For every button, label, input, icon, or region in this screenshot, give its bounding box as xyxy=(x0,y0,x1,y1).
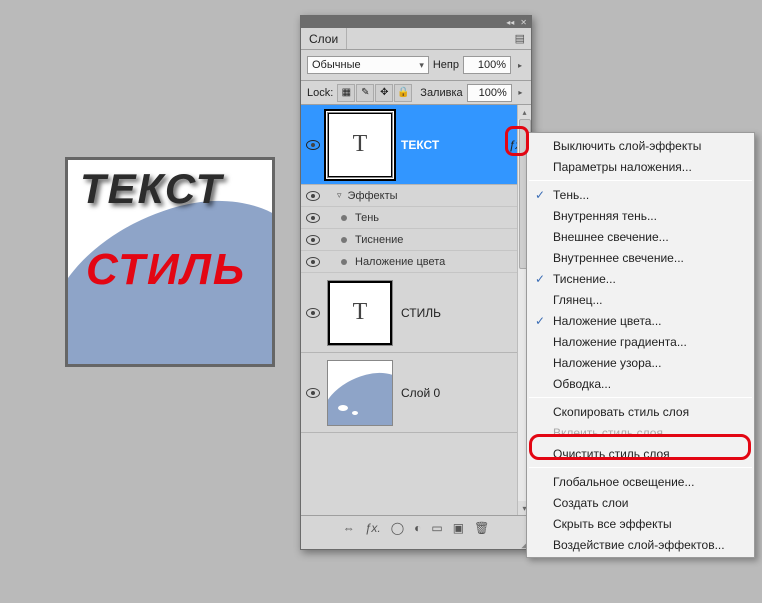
visibility-icon[interactable] xyxy=(306,140,320,150)
menu-item-blending-options[interactable]: Параметры наложения... xyxy=(527,156,754,177)
panel-titlebar[interactable]: ◂◂ ✕ xyxy=(301,16,531,28)
layer-row[interactable]: T СТИЛЬ xyxy=(301,273,531,353)
effect-row[interactable]: Тень xyxy=(301,207,531,229)
visibility-icon[interactable] xyxy=(306,213,320,223)
lock-all-icon[interactable]: 🔒 xyxy=(394,84,412,102)
visibility-icon[interactable] xyxy=(306,235,320,245)
new-group-icon[interactable]: ▭ xyxy=(431,521,442,535)
layer-thumbnail[interactable] xyxy=(327,360,393,426)
canvas-content: ТЕКСТ СТИЛЬ xyxy=(68,160,272,364)
menu-item-global-light[interactable]: Глобальное освещение... xyxy=(527,471,754,492)
panel-footer: ⇔ ƒx. ◯ ◐ ▭ ▣ 🗑 xyxy=(301,515,531,539)
check-icon: ✓ xyxy=(535,314,545,328)
menu-item-satin[interactable]: Глянец... xyxy=(527,289,754,310)
annotation-circle-fx xyxy=(505,126,529,156)
new-layer-icon[interactable]: ▣ xyxy=(453,521,464,535)
collapse-icon[interactable]: ◂◂ xyxy=(506,18,514,27)
caret-down-icon[interactable]: ▿ xyxy=(337,190,342,201)
visibility-icon[interactable] xyxy=(306,191,320,201)
opacity-label: Непр xyxy=(433,59,459,71)
lock-pixels-icon[interactable]: ✎ xyxy=(356,84,374,102)
visibility-icon[interactable] xyxy=(306,257,320,267)
menu-item-stroke[interactable]: Обводка... xyxy=(527,373,754,394)
layers-tab[interactable]: Слои xyxy=(301,28,347,49)
layer-name[interactable]: СТИЛЬ xyxy=(401,306,531,320)
menu-item-gradient-overlay[interactable]: Наложение градиента... xyxy=(527,331,754,352)
check-icon: ✓ xyxy=(535,272,545,286)
check-icon: ✓ xyxy=(535,188,545,202)
effects-header: Эффекты xyxy=(348,190,398,202)
menu-item-bevel[interactable]: ✓Тиснение... xyxy=(527,268,754,289)
layer-thumbnail[interactable]: T xyxy=(327,280,393,346)
menu-separator xyxy=(529,397,752,398)
layer-row[interactable]: Слой 0 xyxy=(301,353,531,433)
menu-item-outer-glow[interactable]: Внешнее свечение... xyxy=(527,226,754,247)
layer-style-context-menu: Выключить слой-эффекты Параметры наложен… xyxy=(526,132,755,558)
menu-separator xyxy=(529,180,752,181)
delete-layer-icon[interactable]: 🗑 xyxy=(474,521,489,535)
menu-item-color-overlay[interactable]: ✓Наложение цвета... xyxy=(527,310,754,331)
scroll-up-icon[interactable]: ▴ xyxy=(518,105,531,119)
lock-label: Lock: xyxy=(307,87,333,99)
fill-label: Заливка xyxy=(420,87,462,99)
opacity-flyout-icon[interactable]: ▸ xyxy=(515,56,525,74)
lock-transparency-icon[interactable]: ▦ xyxy=(337,84,355,102)
blend-mode-select[interactable]: Обычные xyxy=(307,56,429,74)
add-mask-icon[interactable]: ◯ xyxy=(391,521,404,535)
adjustment-layer-icon[interactable]: ◐ xyxy=(414,521,421,535)
text-layer-icon: T xyxy=(353,131,368,158)
menu-item-copy-layer-style[interactable]: Скопировать стиль слоя xyxy=(527,401,754,422)
visibility-icon[interactable] xyxy=(306,308,320,318)
effects-header-row[interactable]: ▿ Эффекты xyxy=(301,185,531,207)
effect-row[interactable]: Тиснение xyxy=(301,229,531,251)
panel-menu-icon[interactable]: ▤ xyxy=(509,28,531,49)
menu-item-disable-effects[interactable]: Выключить слой-эффекты xyxy=(527,135,754,156)
menu-item-hide-all-effects[interactable]: Скрыть все эффекты xyxy=(527,513,754,534)
menu-item-inner-glow[interactable]: Внутреннее свечение... xyxy=(527,247,754,268)
layer-name[interactable]: ТЕКСТ xyxy=(401,138,507,152)
resize-grip-icon[interactable]: ◢ xyxy=(301,539,531,549)
opacity-input[interactable]: 100% xyxy=(463,56,511,74)
lock-position-icon[interactable]: ✥ xyxy=(375,84,393,102)
link-layers-icon[interactable]: ⇔ xyxy=(343,521,355,535)
menu-item-pattern-overlay[interactable]: Наложение узора... xyxy=(527,352,754,373)
menu-separator xyxy=(529,467,752,468)
menu-item-scale-effects[interactable]: Воздействие слой-эффектов... xyxy=(527,534,754,555)
close-icon[interactable]: ✕ xyxy=(520,18,527,27)
layer-row[interactable]: T ТЕКСТ ƒx▾ xyxy=(301,105,531,185)
layer-name[interactable]: Слой 0 xyxy=(401,386,531,400)
menu-item-inner-shadow[interactable]: Внутренняя тень... xyxy=(527,205,754,226)
effect-name: Тиснение xyxy=(355,234,403,246)
effect-name: Тень xyxy=(355,212,379,224)
canvas-text-2: СТИЛЬ xyxy=(86,245,246,295)
layer-thumbnail[interactable]: T xyxy=(327,112,393,178)
visibility-icon[interactable] xyxy=(306,388,320,398)
canvas-text-1: ТЕКСТ xyxy=(80,165,223,213)
menu-item-create-layers[interactable]: Создать слои xyxy=(527,492,754,513)
text-layer-icon: T xyxy=(353,299,368,326)
layers-panel: ◂◂ ✕ Слои ▤ Обычные Непр 100% ▸ Lock: ▦ … xyxy=(300,15,532,550)
layers-list: T ТЕКСТ ƒx▾ ▿ Эффекты Тень Тиснение Нало… xyxy=(301,105,531,515)
fill-input[interactable]: 100% xyxy=(467,84,512,102)
effect-row[interactable]: Наложение цвета xyxy=(301,251,531,273)
add-fx-icon[interactable]: ƒx. xyxy=(365,521,381,535)
annotation-circle-copy-style xyxy=(529,434,751,460)
menu-item-drop-shadow[interactable]: ✓Тень... xyxy=(527,184,754,205)
blend-mode-value: Обычные xyxy=(312,59,361,71)
document-canvas: ТЕКСТ СТИЛЬ xyxy=(65,157,275,367)
fill-flyout-icon[interactable]: ▸ xyxy=(516,84,525,102)
effect-name: Наложение цвета xyxy=(355,256,445,268)
